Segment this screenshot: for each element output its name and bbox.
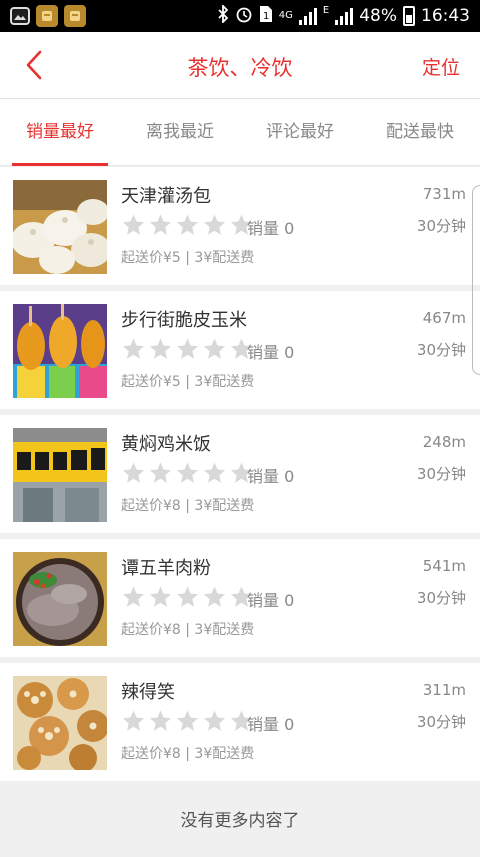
- rating-stars: [121, 337, 254, 361]
- shop-thumbnail-lotus: [13, 676, 107, 770]
- shop-name: 步行街脆皮玉米: [121, 310, 247, 331]
- shop-fee-info: 起送价¥8 | 3¥配送费: [121, 498, 255, 514]
- shop-fee-info: 起送价¥5 | 3¥配送费: [121, 374, 255, 390]
- shop-distance: 248m: [422, 433, 466, 451]
- star-icon: [204, 462, 225, 483]
- shop-thumbnail-dumplings: [13, 180, 107, 274]
- nav-bar: 茶饮、冷饮 定位: [0, 32, 480, 99]
- shop-item[interactable]: 黄焖鸡米饭 248m 销量 0 30分钟 起送价¥8 | 3¥配送费: [0, 415, 480, 533]
- tab-best-sales[interactable]: 销量最好: [0, 99, 120, 166]
- shop-fee-info: 起送价¥8 | 3¥配送费: [121, 622, 255, 638]
- shop-sales: 销量 0: [247, 219, 295, 238]
- shop-fee-info: 起送价¥8 | 3¥配送费: [121, 746, 255, 762]
- shop-item[interactable]: 辣得笑 311m 销量 0 30分钟 起送价¥8 | 3¥配送费: [0, 663, 480, 781]
- shop-list: 天津灌汤包 731m 销量 0 30分钟 起送价¥5 | 3¥配送费 步行街脆皮…: [0, 167, 480, 787]
- battery-percent: 48%: [359, 6, 397, 26]
- shop-sales: 销量 0: [247, 467, 295, 486]
- star-icon: [204, 586, 225, 607]
- star-icon: [177, 710, 198, 731]
- shop-sales: 销量 0: [247, 343, 295, 362]
- shop-thumbnail-noodles: [13, 552, 107, 646]
- star-icon: [204, 710, 225, 731]
- star-icon: [150, 462, 171, 483]
- bluetooth-icon: [217, 3, 229, 27]
- signal-icon-2: [335, 7, 354, 25]
- shop-distance: 467m: [422, 309, 466, 327]
- shop-delivery-time: 30分钟: [416, 217, 466, 235]
- shop-sales: 销量 0: [247, 715, 295, 734]
- app-notification-icon: [36, 5, 58, 27]
- signal-icon: [298, 7, 317, 25]
- shop-distance: 731m: [422, 185, 466, 203]
- shop-name: 辣得笑: [121, 682, 175, 703]
- star-icon: [123, 462, 144, 483]
- alarm-icon: [235, 5, 253, 27]
- star-icon: [204, 338, 225, 359]
- shop-thumbnail-corn: [13, 304, 107, 398]
- location-button[interactable]: 定位: [422, 53, 460, 80]
- network-sub-type: E: [322, 5, 330, 16]
- rating-stars: [121, 585, 254, 609]
- shop-delivery-time: 30分钟: [416, 341, 466, 359]
- shop-name: 黄焖鸡米饭: [121, 434, 211, 455]
- svg-text:1: 1: [263, 11, 269, 22]
- shop-thumbnail-storefront: [13, 428, 107, 522]
- tab-fastest-delivery[interactable]: 配送最快: [360, 99, 480, 165]
- star-icon: [150, 338, 171, 359]
- star-icon: [123, 214, 144, 235]
- star-icon: [204, 214, 225, 235]
- end-of-list-message: 没有更多内容了: [0, 785, 480, 853]
- clock: 16:43: [421, 6, 470, 26]
- chevron-left-icon: [26, 50, 42, 80]
- shop-sales: 销量 0: [247, 591, 295, 610]
- system-status: 1 4G E 48% 16:43: [217, 3, 470, 27]
- shop-fee-info: 起送价¥5 | 3¥配送费: [121, 250, 255, 266]
- star-icon: [150, 586, 171, 607]
- star-icon: [150, 710, 171, 731]
- shop-distance: 311m: [422, 681, 466, 699]
- rating-stars: [121, 709, 254, 733]
- shop-name: 谭五羊肉粉: [121, 558, 211, 579]
- status-bar: 1 4G E 48% 16:43: [0, 0, 480, 32]
- star-icon: [123, 710, 144, 731]
- star-icon: [150, 214, 171, 235]
- edge-panel-handle[interactable]: [472, 185, 480, 375]
- tab-best-reviews[interactable]: 评论最好: [240, 99, 360, 165]
- star-icon: [177, 462, 198, 483]
- star-icon: [123, 338, 144, 359]
- shop-delivery-time: 30分钟: [416, 465, 466, 483]
- app-notification-icon-2: [64, 5, 86, 27]
- star-icon: [177, 338, 198, 359]
- star-icon: [177, 586, 198, 607]
- tab-nearest[interactable]: 离我最近: [120, 99, 240, 165]
- battery-icon: [403, 6, 415, 26]
- shop-item[interactable]: 天津灌汤包 731m 销量 0 30分钟 起送价¥5 | 3¥配送费: [0, 167, 480, 285]
- back-button[interactable]: [18, 48, 52, 82]
- shop-delivery-time: 30分钟: [416, 589, 466, 607]
- shop-item[interactable]: 步行街脆皮玉米 467m 销量 0 30分钟 起送价¥5 | 3¥配送费: [0, 291, 480, 409]
- sort-tabs: 销量最好 离我最近 评论最好 配送最快: [0, 99, 480, 166]
- star-icon: [123, 586, 144, 607]
- page-title: 茶饮、冷饮: [187, 56, 293, 80]
- rating-stars: [121, 213, 254, 237]
- shop-item[interactable]: 谭五羊肉粉 541m 销量 0 30分钟 起送价¥8 | 3¥配送费: [0, 539, 480, 657]
- shop-name: 天津灌汤包: [121, 186, 211, 207]
- gallery-notification-icon: [10, 7, 30, 25]
- star-icon: [177, 214, 198, 235]
- shop-delivery-time: 30分钟: [416, 713, 466, 731]
- shop-distance: 541m: [422, 557, 466, 575]
- sim-icon: 1: [259, 5, 273, 27]
- notification-icons: [10, 5, 86, 27]
- rating-stars: [121, 461, 254, 485]
- network-type: 4G: [278, 10, 293, 21]
